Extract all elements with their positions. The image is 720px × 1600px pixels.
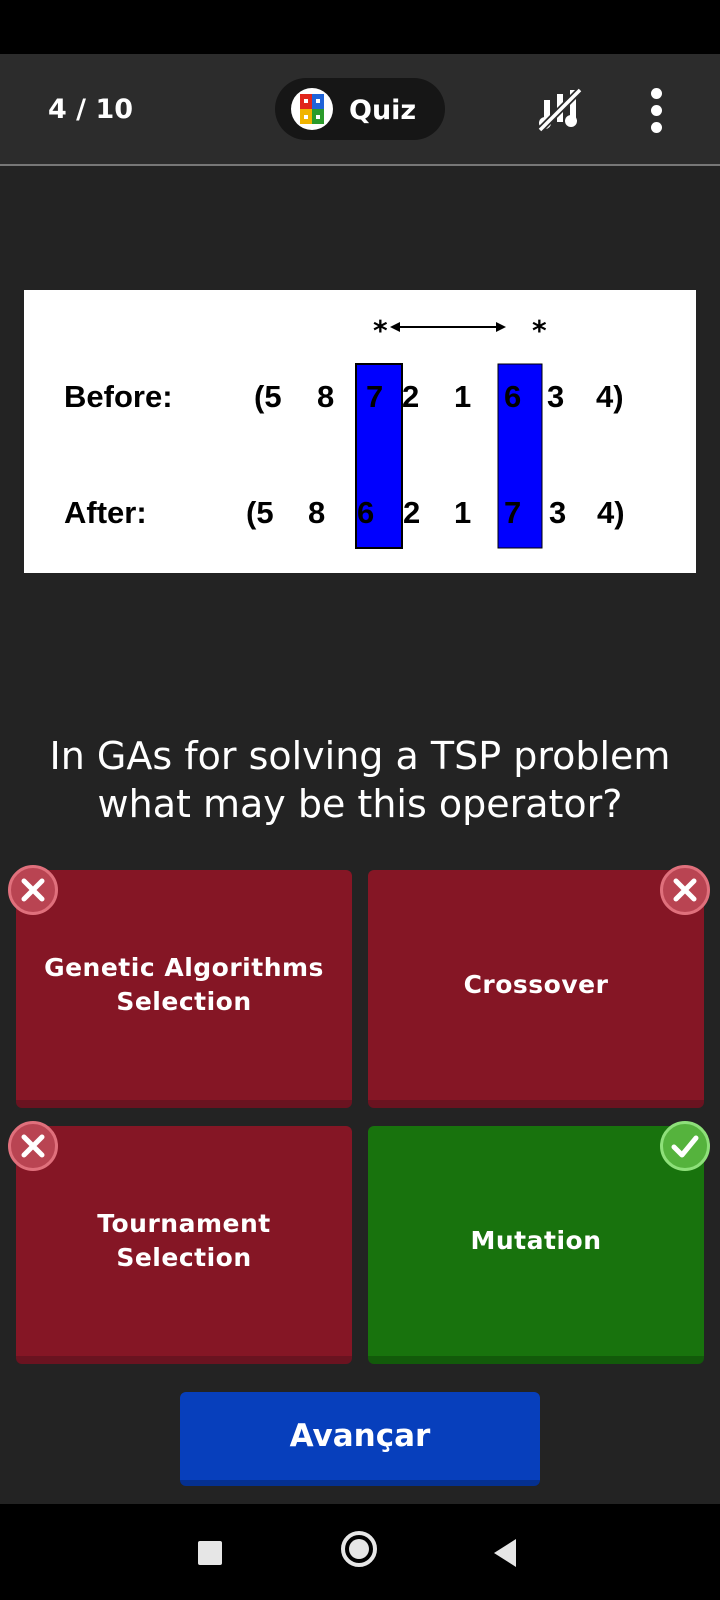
sequence-item: 7 (504, 495, 521, 530)
status-bar (0, 0, 720, 54)
sequence-item: 4) (597, 495, 625, 530)
swap-marker: * (373, 314, 388, 347)
sequence-item: 8 (317, 379, 334, 414)
sequence-item: 4) (596, 379, 624, 414)
sequence-item: 2 (403, 495, 420, 530)
answer-label: Crossover (463, 970, 609, 999)
sequence-item: 3 (549, 495, 566, 530)
sequence-item: (5 (246, 495, 274, 530)
after-label: After: (64, 495, 147, 530)
sequence-item: 3 (547, 379, 564, 414)
sequence-item: 6 (357, 495, 374, 530)
question-figure: * * Before: After: (5 8 7 2 1 6 3 4) (5 8 6 2 1 7 3 4) (24, 290, 696, 573)
close-icon (660, 865, 710, 915)
swap-arrow (390, 322, 506, 332)
answer-label: Tournament Selection (97, 1209, 271, 1272)
after-sequence: (5 8 6 2 1 7 3 4) (246, 495, 625, 530)
answer-label: Mutation (470, 1226, 602, 1255)
answer-label: Genetic Algorithms Selection (44, 953, 324, 1016)
check-icon (660, 1121, 710, 1171)
navigation-bar (0, 1504, 720, 1600)
sequence-item: 8 (308, 495, 325, 530)
close-icon (8, 865, 58, 915)
back-icon[interactable] (494, 1538, 518, 1572)
quiz-label: Quiz (349, 95, 417, 126)
sequence-item: 1 (454, 495, 471, 530)
home-icon[interactable] (340, 1530, 378, 1572)
close-icon (8, 1121, 58, 1171)
recent-apps-icon[interactable] (198, 1541, 222, 1569)
question-progress: 4 / 10 (48, 94, 134, 125)
music-off-icon[interactable] (536, 86, 586, 134)
answer-option-2[interactable]: Crossover (368, 870, 704, 1108)
sequence-item: 7 (366, 379, 383, 414)
more-vertical-icon[interactable] (638, 84, 674, 134)
quiz-title-pill[interactable]: Quiz (275, 78, 445, 140)
answer-option-3[interactable]: Tournament Selection (16, 1126, 352, 1364)
top-bar: 4 / 10 Quiz (0, 54, 720, 166)
sequence-item: 1 (454, 379, 471, 414)
before-sequence: (5 8 7 2 1 6 3 4) (254, 379, 624, 414)
sequence-item: 2 (402, 379, 419, 414)
swap-marker: * (532, 314, 547, 347)
before-label: Before: (64, 379, 173, 414)
answer-option-4[interactable]: Mutation (368, 1126, 704, 1364)
sequence-item: (5 (254, 379, 282, 414)
next-button[interactable]: Avançar (180, 1392, 540, 1486)
quiz-logo-icon (291, 88, 333, 130)
sequence-item: 6 (504, 379, 521, 414)
question-text: In GAs for solving a TSP problem what ma… (49, 734, 671, 826)
answer-option-1[interactable]: Genetic Algorithms Selection (16, 870, 352, 1108)
